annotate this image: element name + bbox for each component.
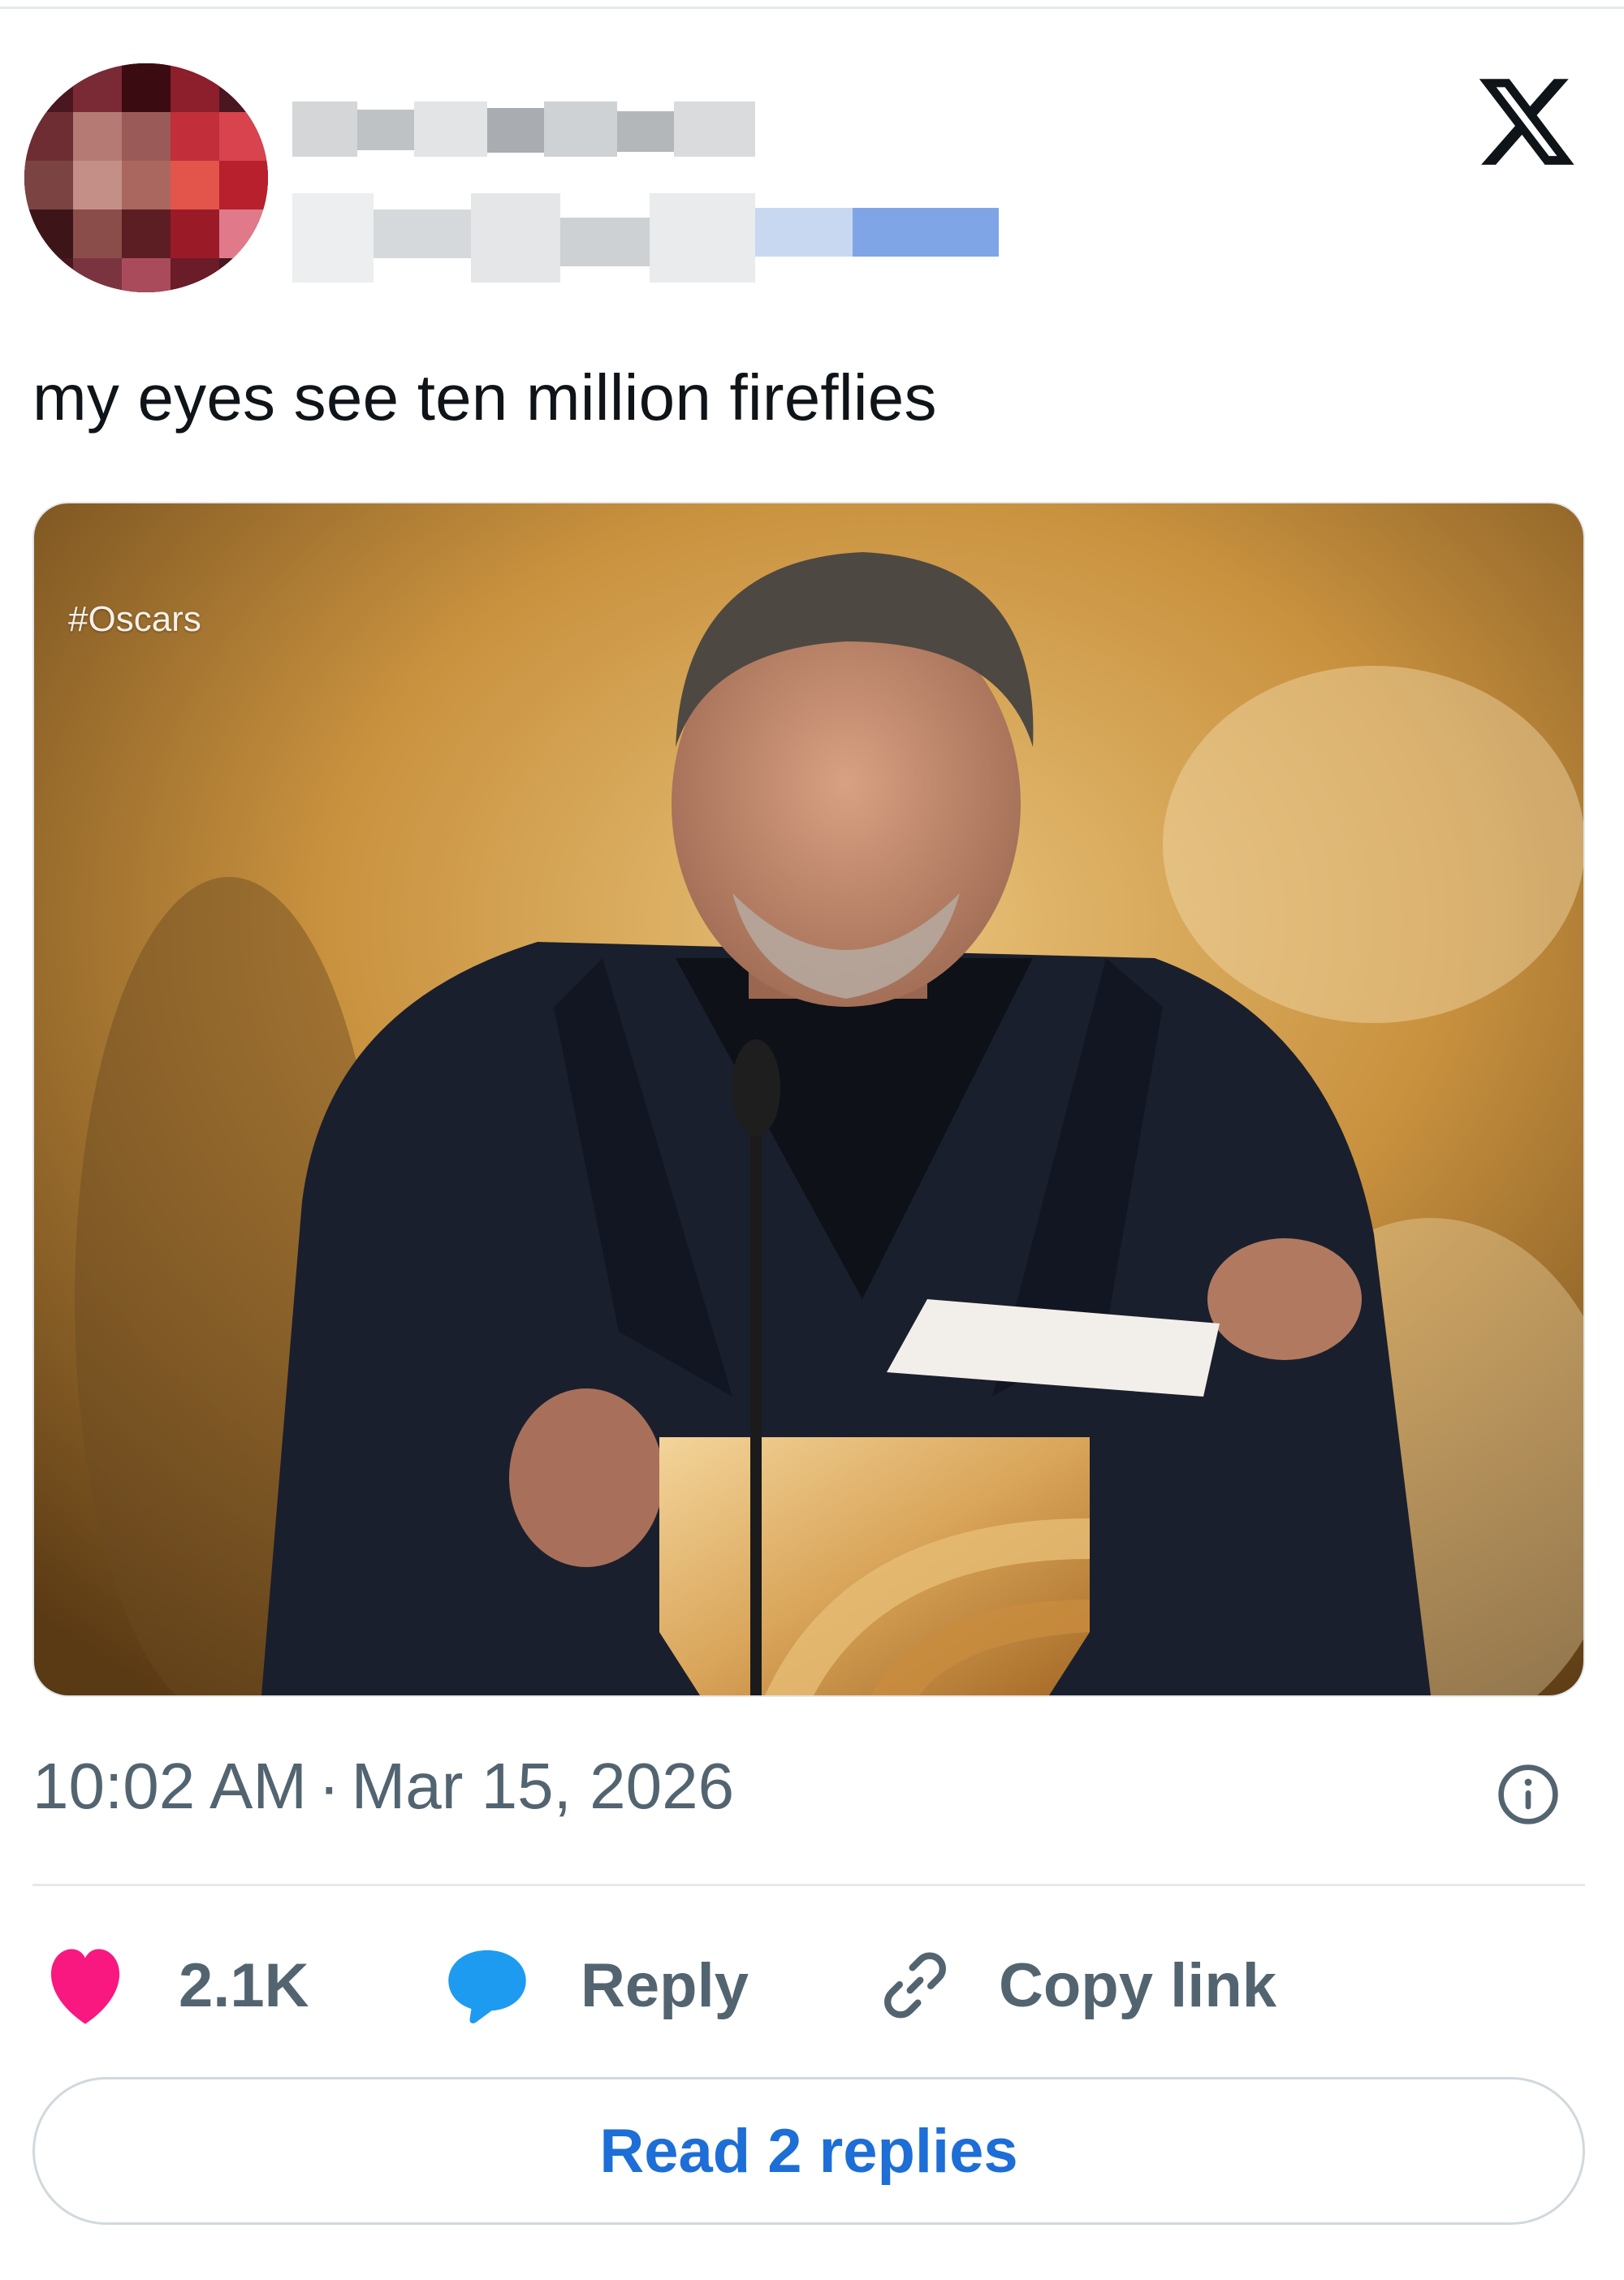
reply-button[interactable]: Reply [443, 1937, 749, 2034]
display-name-blurred[interactable] [292, 101, 755, 157]
tweet-timestamp[interactable]: 10:02 AM · Mar 15, 2026 [32, 1746, 734, 1827]
timestamp-separator: · [318, 1750, 340, 1822]
like-count: 2.1K [179, 1950, 309, 2020]
link-icon [884, 1952, 946, 2019]
media-hashtag: #Oscars [68, 599, 201, 639]
copy-link-button[interactable]: Copy link [870, 1937, 1276, 2034]
copy-link-label: Copy link [999, 1950, 1277, 2020]
tweet-date: Mar 15, 2026 [351, 1750, 735, 1822]
reply-label: Reply [581, 1950, 749, 2020]
x-logo-icon[interactable] [1474, 69, 1579, 175]
tweet-text: my eyes see ten million fireflies [32, 361, 937, 434]
avatar[interactable] [24, 63, 268, 292]
username-blurred[interactable] [292, 193, 999, 283]
like-button[interactable]: 2.1K [41, 1937, 309, 2034]
oscars-photo [34, 503, 1583, 1695]
heart-icon [50, 1949, 120, 2024]
tweet-media[interactable]: #Oscars [32, 502, 1585, 1697]
top-border [0, 6, 1624, 9]
read-replies-button[interactable]: Read 2 replies [32, 2077, 1585, 2225]
info-icon[interactable] [1496, 1762, 1561, 1827]
tweet-time: 10:02 AM [32, 1750, 308, 1822]
speech-bubble-icon [448, 1950, 526, 2023]
actions-divider [32, 1884, 1585, 1886]
